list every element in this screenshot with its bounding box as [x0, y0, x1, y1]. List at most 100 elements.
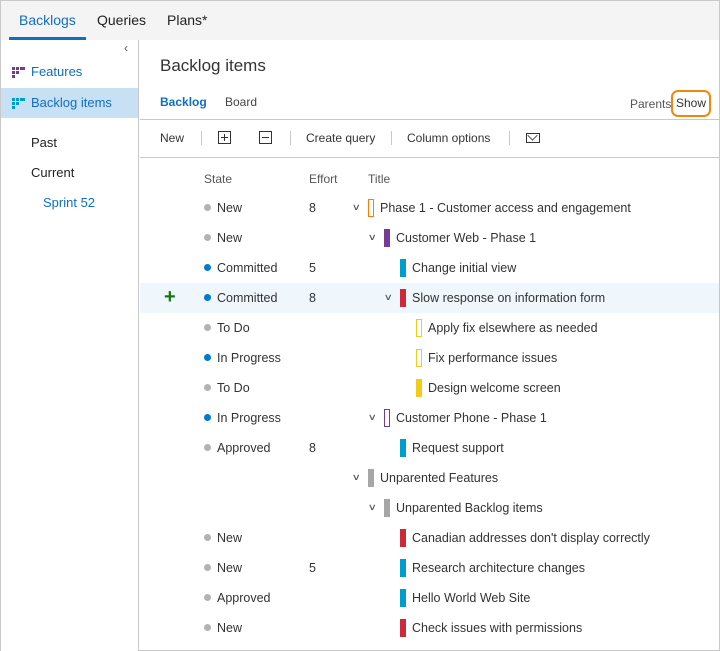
state-label: In Progress: [217, 351, 281, 365]
tab-plans[interactable]: Plans*: [167, 1, 207, 40]
table-row[interactable]: To Do Design welcome screen: [140, 373, 719, 403]
state-label: Approved: [217, 591, 271, 605]
work-item-title[interactable]: Hello World Web Site: [412, 591, 530, 605]
work-item-title[interactable]: Apply fix elsewhere as needed: [428, 321, 598, 335]
work-item-type-bug-icon: [400, 619, 406, 637]
work-item-title[interactable]: Canadian addresses don't display correct…: [412, 531, 650, 545]
state-label: Committed: [217, 291, 278, 305]
sidebar-item-features[interactable]: Features: [1, 57, 138, 87]
effort-cell: 5: [309, 261, 316, 275]
table-row[interactable]: New ∨ Customer Web - Phase 1: [140, 223, 719, 253]
work-item-type-pbi-icon: [400, 439, 406, 457]
work-item-type-bug-icon: [400, 529, 406, 547]
new-button[interactable]: New: [160, 131, 184, 145]
state-cell: To Do: [204, 321, 250, 335]
work-item-title[interactable]: Unparented Features: [380, 471, 498, 485]
work-item-title[interactable]: Slow response on information form: [412, 291, 605, 305]
state-label: New: [217, 531, 243, 545]
state-cell: New: [204, 201, 242, 215]
features-grid-icon: [12, 67, 26, 78]
chevron-down-icon[interactable]: ∨: [384, 292, 393, 303]
state-dot-icon: [204, 414, 211, 421]
table-row[interactable]: New Canadian addresses don't display corr…: [140, 523, 719, 553]
state-label: New: [217, 231, 243, 245]
table-row[interactable]: + Committed 8 ∨ Slow response on information…: [140, 283, 719, 313]
table-row[interactable]: ∨ Unparented Backlog items: [140, 493, 719, 523]
toolbar-separator: [391, 131, 392, 145]
state-cell: In Progress: [204, 351, 281, 365]
toolbar-separator: [201, 131, 202, 145]
backlog-grid-icon: [12, 98, 26, 109]
state-dot-icon: [204, 384, 211, 391]
column-options-button[interactable]: Column options: [407, 131, 490, 145]
chevron-down-icon[interactable]: ∨: [352, 472, 361, 483]
work-item-type-unparented-icon: [384, 499, 390, 517]
table-row[interactable]: New 5 Research architecture changes: [140, 553, 719, 583]
column-header-title[interactable]: Title: [368, 172, 390, 186]
state-label: New: [217, 621, 243, 635]
work-item-title[interactable]: Design welcome screen: [428, 381, 561, 395]
state-label: Approved: [217, 441, 271, 455]
work-item-type-feature-icon: [384, 409, 390, 427]
email-icon[interactable]: [526, 133, 540, 143]
chevron-down-icon[interactable]: ∨: [368, 412, 377, 423]
work-item-title[interactable]: Check issues with permissions: [412, 621, 582, 635]
chevron-down-icon[interactable]: ∨: [352, 202, 361, 213]
create-query-button[interactable]: Create query: [306, 131, 375, 145]
work-item-type-unparented-icon: [368, 469, 374, 487]
effort-cell: 8: [309, 441, 316, 455]
table-row[interactable]: To Do Apply fix elsewhere as needed: [140, 313, 719, 343]
toolbar-separator: [290, 131, 291, 145]
state-label: To Do: [217, 381, 250, 395]
work-item-title[interactable]: Fix performance issues: [428, 351, 557, 365]
state-cell: To Do: [204, 381, 250, 395]
work-item-type-feature-icon: [384, 229, 390, 247]
tab-backlogs[interactable]: Backlogs: [9, 1, 86, 40]
add-child-icon[interactable]: +: [164, 287, 176, 307]
table-row[interactable]: Approved Hello World Web Site: [140, 583, 719, 613]
expand-all-icon[interactable]: [218, 131, 231, 144]
chevron-left-icon[interactable]: ‹: [124, 41, 128, 55]
top-navigation: Backlogs Queries Plans*: [1, 1, 719, 40]
work-item-title[interactable]: Customer Web - Phase 1: [396, 231, 536, 245]
state-label: To Do: [217, 321, 250, 335]
work-item-title[interactable]: Request support: [412, 441, 504, 455]
table-row[interactable]: ∨ Unparented Features: [140, 463, 719, 493]
parents-show-toggle[interactable]: Show: [671, 90, 711, 117]
collapse-all-icon[interactable]: [259, 131, 272, 144]
state-cell: New: [204, 561, 242, 575]
state-cell: Committed: [204, 291, 277, 305]
pivot-board[interactable]: Board: [225, 95, 257, 109]
sidebar: ‹ Features Backlog items Past Current Sp…: [1, 40, 139, 651]
work-item-title[interactable]: Unparented Backlog items: [396, 501, 543, 515]
state-label: New: [217, 561, 243, 575]
sidebar-item-backlog-items[interactable]: Backlog items: [1, 88, 138, 118]
column-header-effort[interactable]: Effort: [309, 172, 337, 186]
sidebar-item-current[interactable]: Current: [31, 165, 74, 180]
work-item-title[interactable]: Customer Phone - Phase 1: [396, 411, 547, 425]
state-dot-icon: [204, 204, 211, 211]
table-row[interactable]: New Check issues with permissions: [140, 613, 719, 643]
table-row[interactable]: In Progress Fix performance issues: [140, 343, 719, 373]
tab-queries[interactable]: Queries: [97, 1, 146, 40]
column-header-state[interactable]: State: [204, 172, 232, 186]
main-content: Backlog items Backlog Board Parents Show…: [140, 40, 719, 651]
work-item-title[interactable]: Research architecture changes: [412, 561, 585, 575]
page-title: Backlog items: [160, 56, 266, 75]
chevron-down-icon[interactable]: ∨: [368, 232, 377, 243]
work-item-title[interactable]: Phase 1 - Customer access and engagement: [380, 201, 631, 215]
pivot-backlog[interactable]: Backlog: [160, 95, 207, 109]
work-item-title[interactable]: Change initial view: [412, 261, 516, 275]
sidebar-item-past[interactable]: Past: [31, 135, 57, 150]
state-dot-icon: [204, 444, 211, 451]
state-dot-icon: [204, 354, 211, 361]
table-row[interactable]: In Progress ∨ Customer Phone - Phase 1: [140, 403, 719, 433]
sidebar-item-sprint[interactable]: Sprint 52: [43, 195, 95, 210]
table-row[interactable]: New 8 ∨ Phase 1 - Customer access and engag…: [140, 193, 719, 223]
state-dot-icon: [204, 624, 211, 631]
state-cell: In Progress: [204, 411, 281, 425]
chevron-down-icon[interactable]: ∨: [368, 502, 377, 513]
table-row[interactable]: Approved 8 Request support: [140, 433, 719, 463]
divider: [140, 157, 719, 158]
table-row[interactable]: Committed 5 Change initial view: [140, 253, 719, 283]
